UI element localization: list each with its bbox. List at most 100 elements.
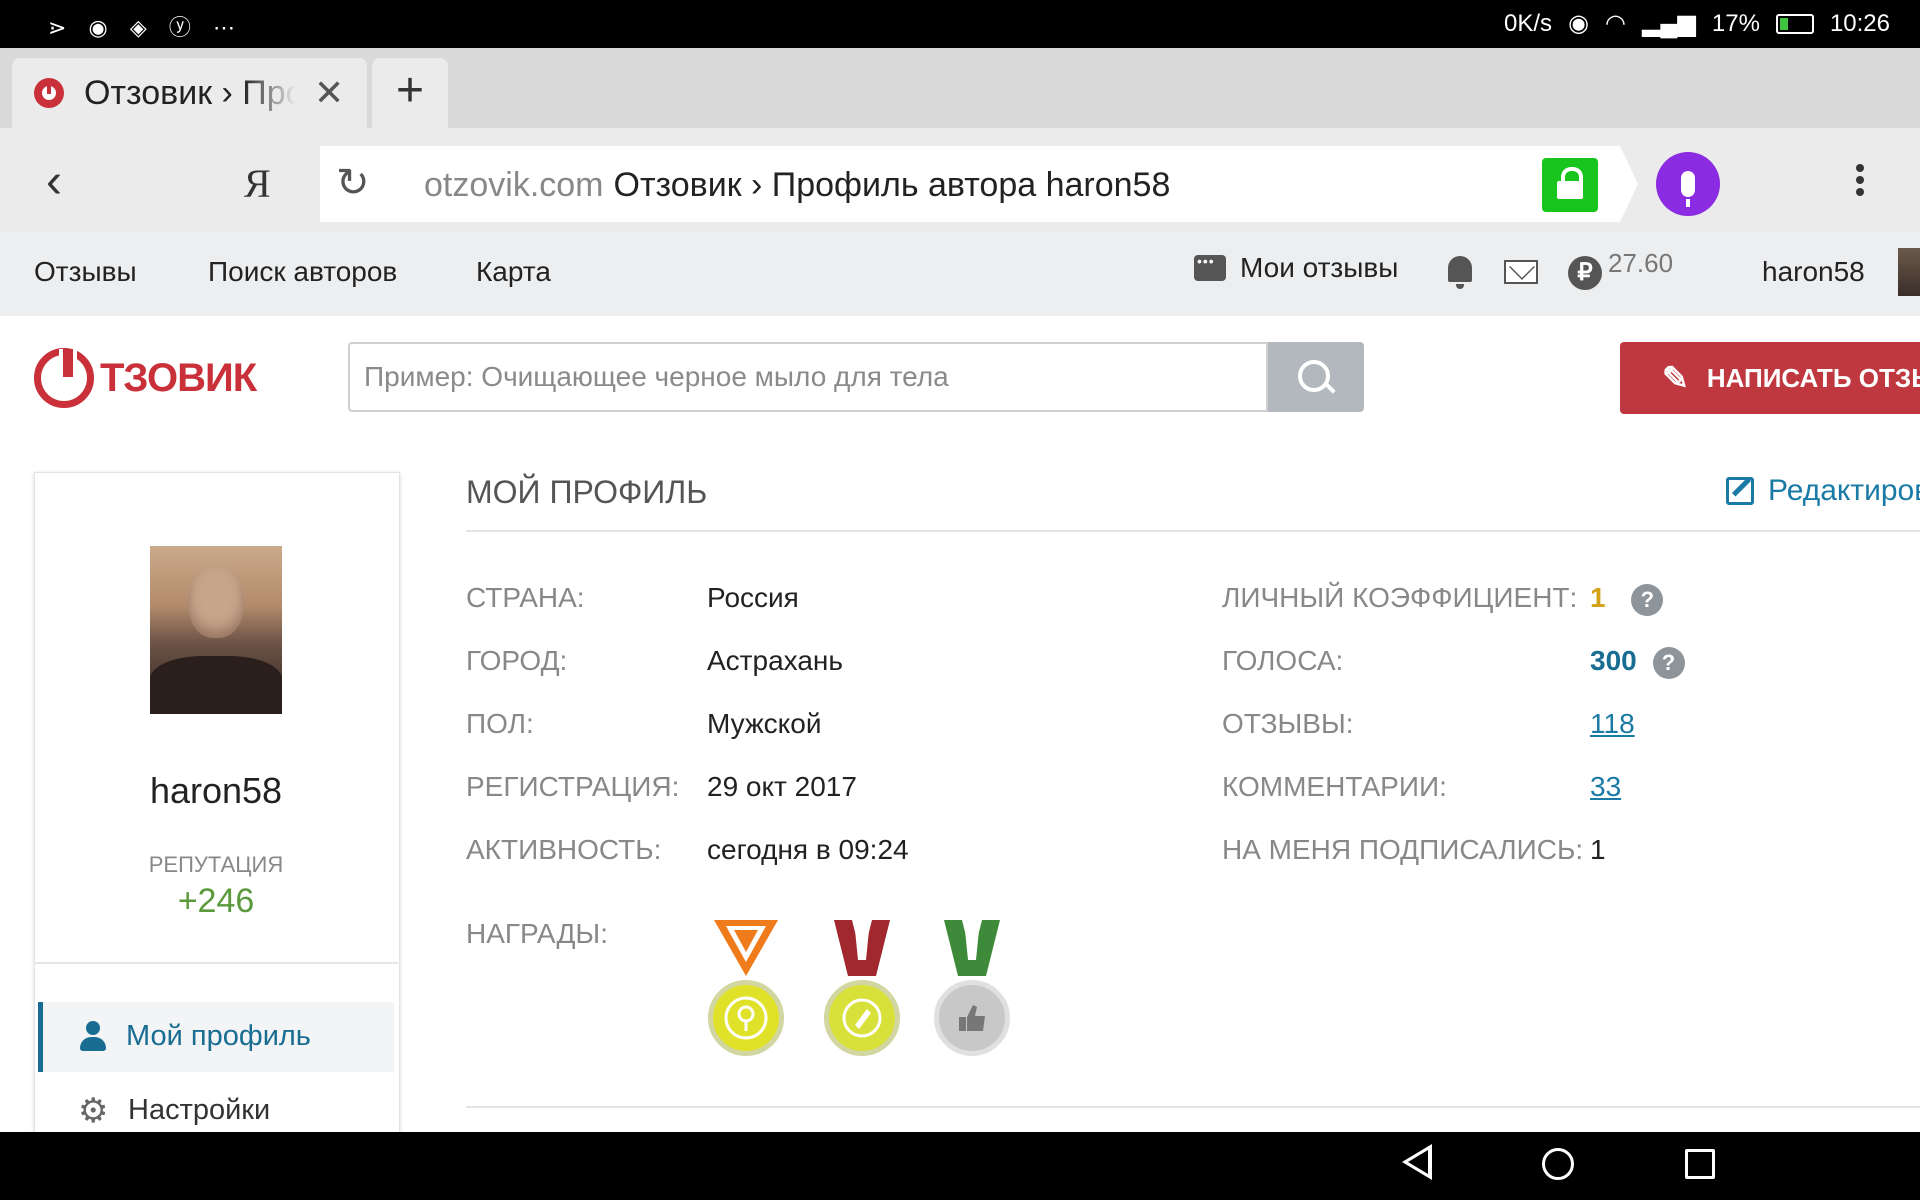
ribbon-icon <box>834 920 890 976</box>
yandex-icon[interactable]: Я <box>244 160 271 207</box>
comments-count-link[interactable]: 33 <box>1590 771 1621 803</box>
medal-disc <box>934 980 1010 1056</box>
network-speed: 0K/s <box>1504 9 1553 37</box>
close-tab-icon[interactable]: ✕ <box>314 72 344 114</box>
activity-value: сегодня в 09:24 <box>707 834 909 865</box>
thumbs-up-icon <box>959 1005 985 1031</box>
gender-value: Мужской <box>707 708 822 739</box>
sidebar-item-label: Настройки <box>128 1094 271 1126</box>
votes-label: ГОЛОСА: <box>1222 645 1344 676</box>
help-icon[interactable]: ? <box>1631 583 1664 616</box>
ruble-icon[interactable]: ₽ <box>1568 256 1602 290</box>
user-icon <box>78 1020 108 1053</box>
country-value: Россия <box>707 582 799 613</box>
status-bar-right: 0K/s ◉ ◠ ▂▄▆ 17% 10:26 <box>1504 9 1890 38</box>
votes-row: 300 ? <box>1590 645 1685 679</box>
coefficient-row: 1 ? <box>1590 582 1664 616</box>
nav-username[interactable]: haron58 <box>1762 256 1865 288</box>
edit-profile-link[interactable]: Редактировать <box>1726 474 1920 508</box>
write-review-label: НАПИСАТЬ ОТЗЫВ <box>1706 362 1920 393</box>
pencil-medal-icon <box>842 998 882 1038</box>
sidebar-item-my-profile[interactable]: Мой профиль <box>78 1020 311 1053</box>
reputation-label: РЕПУТАЦИЯ <box>148 852 284 877</box>
section-divider <box>466 530 1920 532</box>
system-home-icon[interactable] <box>1542 1148 1574 1180</box>
help-icon[interactable]: ? <box>1652 646 1685 679</box>
battery-percent: 17% <box>1711 9 1760 37</box>
gear-icon: ⚙ <box>78 1091 109 1130</box>
microphone-icon <box>1681 171 1695 207</box>
award-likes-medal[interactable] <box>930 920 1014 1060</box>
reviews-count-link[interactable]: 118 <box>1590 708 1635 740</box>
activity-label: АКТИВНОСТЬ: <box>466 834 662 865</box>
medal-disc <box>708 980 784 1056</box>
award-starozhil-medal[interactable] <box>704 920 788 1060</box>
subscribers-label: НА МЕНЯ ПОДПИСАЛИСЬ: <box>1222 834 1584 865</box>
my-reviews-link[interactable]: Мои отзывы <box>1194 252 1398 284</box>
medal-pin-icon <box>724 996 768 1040</box>
system-recent-apps-icon[interactable] <box>1685 1149 1715 1179</box>
nav-avatar[interactable] <box>1898 248 1920 296</box>
search-icon <box>1298 360 1330 392</box>
medal-disc <box>824 980 900 1056</box>
secure-lock-button[interactable] <box>1542 158 1598 212</box>
battery-icon <box>1775 13 1814 34</box>
chat-icon <box>1194 253 1226 281</box>
nav-reviews-link[interactable]: Отзывы <box>34 256 137 288</box>
registration-value: 29 окт 2017 <box>707 771 857 802</box>
reviews-label: ОТЗЫВЫ: <box>1222 708 1354 739</box>
edit-label: Редактировать <box>1768 474 1920 507</box>
sidebar-item-settings[interactable]: ⚙ Настройки <box>78 1091 271 1130</box>
reputation-value: +246 <box>177 882 255 920</box>
write-review-button[interactable]: ✎ НАПИСАТЬ ОТЗЫВ <box>1620 342 1920 414</box>
lock-icon <box>1557 167 1583 199</box>
mail-icon[interactable] <box>1504 260 1538 284</box>
url-page-title: Отзовик › Профиль автора haron58 <box>613 166 1171 204</box>
ribbon-icon <box>944 920 1000 976</box>
coefficient-value: 1 <box>1590 582 1606 613</box>
nav-search-authors-link[interactable]: Поиск авторов <box>208 256 397 288</box>
votes-value: 300 <box>1590 645 1637 676</box>
bell-icon[interactable] <box>1448 256 1472 289</box>
url-field-arrow <box>1620 146 1638 222</box>
search-input[interactable] <box>348 342 1268 412</box>
edit-icon <box>1726 477 1754 505</box>
sidebar-item-label: Мой профиль <box>126 1020 311 1052</box>
new-tab-button[interactable]: + <box>372 58 448 128</box>
my-reviews-label: Мои отзывы <box>1240 252 1399 283</box>
subscribers-value: 1 <box>1590 834 1606 865</box>
signal-icon: ▂▄▆ <box>1641 10 1696 37</box>
url-domain: otzovik.com <box>424 166 604 204</box>
browser-tab[interactable]: Отзовик › Профиль автора haron58 ✕ <box>12 58 367 128</box>
back-arrow-icon[interactable]: ‹ <box>46 154 62 209</box>
voice-search-button[interactable] <box>1656 152 1720 216</box>
site-logo-text[interactable]: ТЗОВИК <box>100 356 257 401</box>
search-button[interactable] <box>1268 342 1364 412</box>
city-value: Астрахань <box>707 645 843 676</box>
user-photo <box>150 546 282 714</box>
page-title: МОЙ ПРОФИЛЬ <box>466 474 708 510</box>
comments-label: КОММЕНТАРИИ: <box>1222 771 1447 802</box>
browser-menu-icon[interactable] <box>1856 160 1864 200</box>
profile-username: haron58 <box>149 770 283 811</box>
pencil-icon: ✎ <box>1662 360 1689 396</box>
nav-map-link[interactable]: Карта <box>476 256 551 288</box>
otzovik-logo-icon[interactable] <box>34 348 94 408</box>
wifi-icon: ◠ <box>1605 10 1626 37</box>
city-label: ГОРОД: <box>466 645 568 676</box>
awards-label: НАГРАДЫ: <box>466 918 608 949</box>
card-divider <box>34 962 398 964</box>
system-back-icon-inner <box>1408 1150 1428 1174</box>
award-writer-medal[interactable] <box>820 920 904 1060</box>
coefficient-label: ЛИЧНЫЙ КОЭФФИЦИЕНТ: <box>1222 582 1578 613</box>
registration-label: РЕГИСТРАЦИЯ: <box>466 771 680 802</box>
clock: 10:26 <box>1829 9 1890 37</box>
ribbon-icon <box>714 920 778 976</box>
section-bottom-divider <box>466 1106 1920 1108</box>
url-text[interactable]: otzovik.com Отзовик › Профиль автора haro… <box>424 166 1170 205</box>
eye-icon: ◉ <box>1568 10 1590 37</box>
balance-value[interactable]: 27.60 <box>1608 248 1673 279</box>
otzovik-favicon-icon <box>34 78 64 108</box>
notification-icons: ⋗ ◉ ◈ ⓨ ⋯ <box>48 15 243 40</box>
reload-icon[interactable]: ↻ <box>336 160 370 206</box>
